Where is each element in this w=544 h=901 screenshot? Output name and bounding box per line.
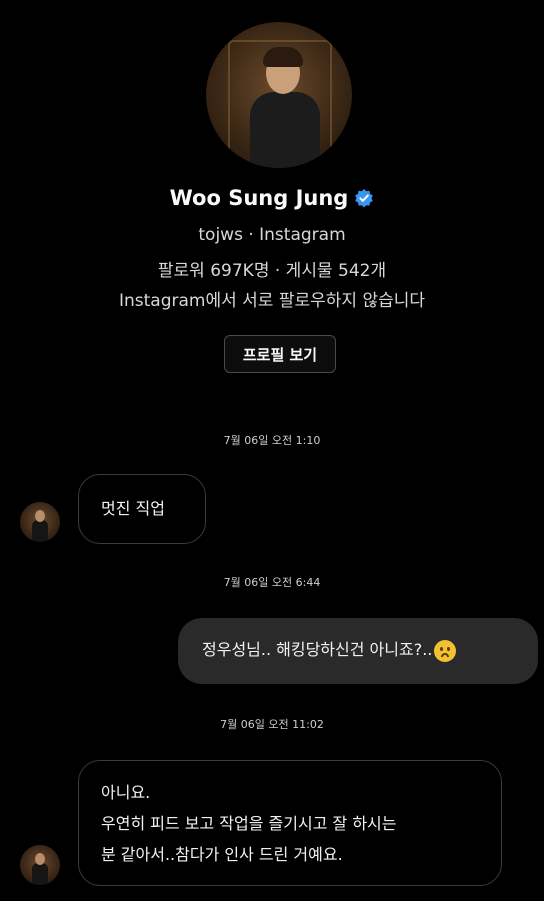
profile-name-row: Woo Sung Jung (0, 186, 544, 210)
message-timestamp: 7월 06일 오전 11:02 (220, 718, 324, 731)
message-text-line: 분 같아서..참다가 인사 드린 거예요. (101, 845, 343, 864)
incoming-message-bubble[interactable]: 아니요. 우연히 피드 보고 작업을 즐기시고 잘 하시는 분 같아서..참다가… (78, 760, 502, 886)
message-text-line: 아니요. (101, 783, 151, 802)
message-text-line: 우연히 피드 보고 작업을 즐기시고 잘 하시는 (101, 814, 397, 833)
view-profile-button[interactable]: 프로필 보기 (224, 335, 336, 373)
message-text: 정우성님.. 해킹당하신건 아니죠?.. (202, 640, 433, 659)
avatar-photo-body (250, 92, 320, 168)
verified-badge-icon (355, 189, 374, 208)
avatar-photo-head (35, 510, 45, 522)
message-timestamp: 7월 06일 오전 6:44 (223, 576, 321, 589)
sender-avatar[interactable] (20, 502, 60, 542)
profile-handle-line: tojws · Instagram (198, 225, 346, 245)
profile-stats-line: 팔로워 697K명 · 게시물 542개 (157, 261, 387, 281)
worried-face-icon (434, 639, 457, 662)
sender-avatar[interactable] (20, 845, 60, 885)
message-timestamp: 7월 06일 오전 1:10 (223, 434, 321, 447)
profile-name: Woo Sung Jung (169, 186, 349, 210)
avatar-photo-hair (263, 47, 303, 67)
outgoing-message-bubble[interactable]: 정우성님.. 해킹당하신건 아니죠?.. (178, 618, 538, 684)
profile-avatar[interactable] (206, 22, 352, 168)
incoming-message-bubble[interactable]: 멋진 직업 (78, 474, 206, 544)
profile-follow-status: Instagram에서 서로 팔로우하지 않습니다 (118, 291, 426, 311)
avatar-photo-body (32, 520, 48, 542)
avatar-photo-body (32, 863, 48, 885)
message-text: 멋진 직업 (101, 499, 165, 518)
avatar-photo-head (35, 853, 45, 865)
